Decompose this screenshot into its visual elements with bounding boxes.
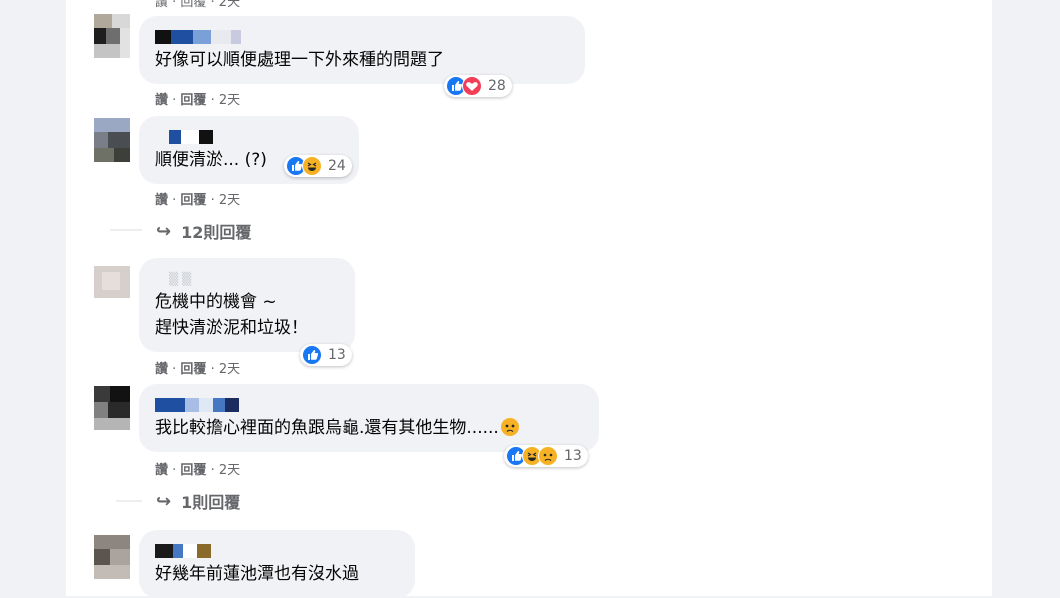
timestamp[interactable]: 2天 <box>219 362 240 377</box>
reaction-summary[interactable]: 24 <box>284 155 352 177</box>
commenter-name-blurred[interactable]: ▒ ▒ <box>169 272 191 286</box>
reply-arrow-icon: ↪ <box>156 220 172 242</box>
like-link[interactable]: 讚 <box>155 193 168 208</box>
commenter-name-blurred[interactable] <box>155 398 239 412</box>
reply-link[interactable]: 回覆 <box>180 93 206 108</box>
commenter-name-blurred[interactable] <box>155 544 211 558</box>
avatar[interactable] <box>94 266 130 298</box>
previous-comment-meta: 讚 · 回覆 · 2天 <box>155 0 241 10</box>
sad-icon <box>538 446 558 466</box>
comment-bubble: ▒ ▒ 危機中的機會 ~ 趕快清淤泥和垃圾！ <box>139 258 355 352</box>
timestamp[interactable]: 2天 <box>219 463 240 478</box>
like-icon <box>302 345 322 365</box>
avatar[interactable] <box>94 386 130 430</box>
timestamp[interactable]: 2天 <box>219 193 240 208</box>
reply-arrow-icon: ↪ <box>156 490 172 512</box>
reaction-count: 28 <box>488 78 506 94</box>
replies-label: 1則回覆 <box>181 493 241 512</box>
avatar[interactable] <box>94 535 130 579</box>
comment-text: 好幾年前蓮池潭也有沒水過 <box>155 564 359 584</box>
reaction-summary[interactable]: 28 <box>444 75 512 97</box>
replies-label: 12則回覆 <box>181 223 252 242</box>
reply-link[interactable]: 回覆 <box>180 362 206 377</box>
comments-panel: 讚 · 回覆 · 2天 好像可以順便處理一下外來種的問題了 28 讚 · 回覆 … <box>66 0 992 598</box>
thread-connector <box>116 500 142 502</box>
like-link[interactable]: 讚 <box>155 93 168 108</box>
comment-bubble: 我比較擔心裡面的魚跟烏龜.還有其他生物...... <box>139 384 599 452</box>
reaction-count: 13 <box>328 347 346 363</box>
view-replies-button[interactable]: ↪ 12則回覆 <box>156 219 251 243</box>
commenter-name-blurred[interactable] <box>155 30 241 44</box>
comment-actions: 讚 · 回覆 · 2天 <box>155 193 241 208</box>
comment-text-line-2: 趕快清淤泥和垃圾！ <box>155 318 308 338</box>
like-link[interactable]: 讚 <box>155 362 168 377</box>
avatar[interactable] <box>94 14 130 58</box>
comment-actions: 讚 · 回覆 · 2天 <box>155 362 241 377</box>
comment-text-body: 我比較擔心裡面的魚跟烏龜.還有其他生物...... <box>155 418 499 438</box>
comment-actions: 讚 · 回覆 · 2天 <box>155 93 241 108</box>
view-replies-button[interactable]: ↪ 1則回覆 <box>156 489 240 513</box>
timestamp[interactable]: 2天 <box>219 93 240 108</box>
reaction-summary[interactable]: 13 <box>504 445 588 467</box>
reaction-count: 13 <box>564 448 582 464</box>
comment-text: 我比較擔心裡面的魚跟烏龜.還有其他生物...... <box>155 415 519 441</box>
comment-text: 順便清淤... (?) <box>155 150 267 170</box>
thread-connector <box>110 229 142 231</box>
comment-text: 好像可以順便處理一下外來種的問題了 <box>155 50 444 70</box>
reply-link[interactable]: 回覆 <box>180 463 206 478</box>
like-link[interactable]: 讚 <box>155 463 168 478</box>
commenter-name-blurred[interactable] <box>169 130 213 144</box>
comment-bubble: 好幾年前蓮池潭也有沒水過 <box>139 530 415 598</box>
reaction-summary[interactable]: 13 <box>300 344 352 366</box>
comment-actions: 讚 · 回覆 · 2天 <box>155 463 241 478</box>
reaction-count: 24 <box>328 158 346 174</box>
avatar[interactable] <box>94 118 130 162</box>
comment-bubble: 好像可以順便處理一下外來種的問題了 <box>139 16 585 84</box>
reply-link[interactable]: 回覆 <box>180 193 206 208</box>
haha-icon <box>302 156 322 176</box>
sad-face-icon <box>500 418 519 436</box>
love-icon <box>462 76 482 96</box>
comment-text-line-1: 危機中的機會 ~ <box>155 292 277 312</box>
